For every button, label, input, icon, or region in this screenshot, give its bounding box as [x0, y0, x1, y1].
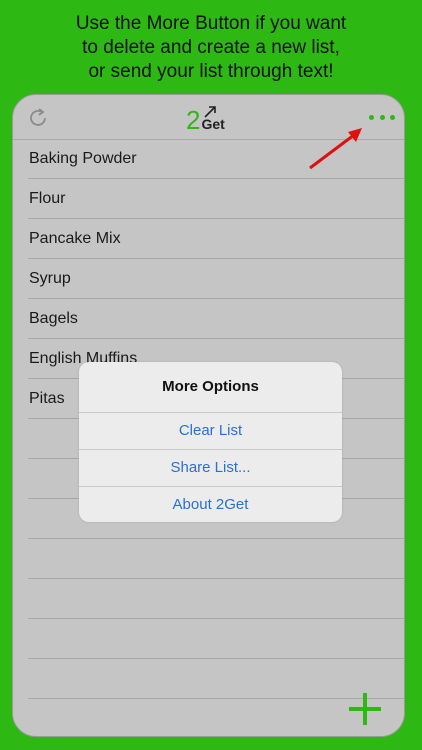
- empty-row: [28, 539, 404, 579]
- logo-arrow-icon: [204, 106, 217, 118]
- caption-line-3: or send your list through text!: [88, 61, 334, 82]
- about-button[interactable]: About 2Get: [79, 487, 342, 522]
- caption: Use the More Button if you want to delet…: [0, 12, 422, 84]
- refresh-icon[interactable]: [27, 107, 49, 129]
- share-list-button[interactable]: Share List...: [79, 450, 342, 487]
- empty-row: [28, 699, 404, 736]
- red-arrow-icon: [309, 128, 362, 170]
- list-item[interactable]: Flour: [28, 179, 404, 219]
- item-label: Baking Powder: [29, 150, 137, 167]
- logo-number: 2: [186, 105, 201, 135]
- list-item[interactable]: Bagels: [28, 299, 404, 339]
- item-label: Pitas: [29, 390, 65, 407]
- clear-list-button[interactable]: Clear List: [79, 413, 342, 450]
- app-logo: 2 Get: [186, 105, 225, 133]
- list-item[interactable]: Syrup: [28, 259, 404, 299]
- item-label: Flour: [29, 190, 66, 207]
- empty-row: [28, 619, 404, 659]
- item-label: Syrup: [29, 270, 71, 287]
- item-label: Pancake Mix: [29, 230, 121, 247]
- more-options-dialog: More Options Clear List Share List... Ab…: [79, 362, 342, 522]
- dialog-title: More Options: [79, 362, 342, 413]
- empty-row: [28, 659, 404, 699]
- plus-icon[interactable]: [349, 693, 381, 725]
- empty-row: [28, 579, 404, 619]
- caption-line-1: Use the More Button if you want: [75, 13, 347, 34]
- item-label: Bagels: [29, 310, 78, 327]
- caption-line-2: to delete and create a new list,: [82, 37, 340, 58]
- more-button[interactable]: [369, 111, 395, 123]
- list-item[interactable]: Pancake Mix: [28, 219, 404, 259]
